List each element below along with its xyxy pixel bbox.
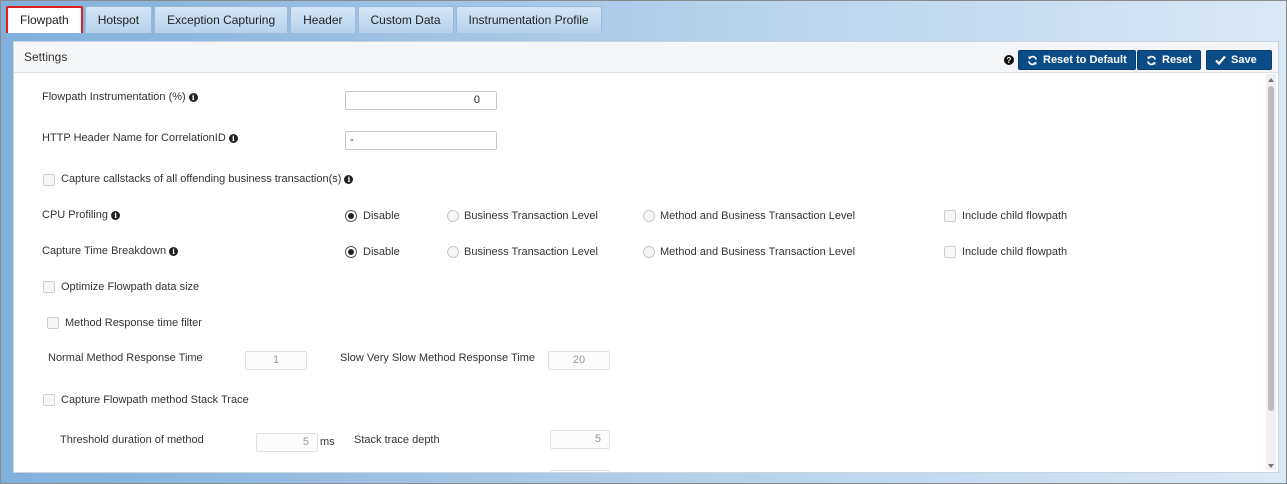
panel-title: Settings bbox=[24, 50, 68, 64]
scroll-up-icon[interactable] bbox=[1266, 74, 1276, 84]
scroll-down-icon[interactable] bbox=[1266, 460, 1276, 470]
panel-header: Settings ? Reset to Default Reset Save bbox=[14, 42, 1278, 73]
capture-callstacks-checkbox[interactable] bbox=[43, 174, 55, 186]
settings-form: Flowpath Instrumentation (%) i 0 HTTP Hea… bbox=[14, 74, 1278, 472]
info-circle-icon[interactable]: i bbox=[111, 211, 121, 220]
threshold-input[interactable]: 5 bbox=[256, 433, 318, 452]
next-field-input[interactable] bbox=[550, 470, 610, 472]
svg-text:?: ? bbox=[1007, 56, 1012, 65]
time-bt-level-radio[interactable] bbox=[447, 246, 459, 258]
tab-custom-data[interactable]: Custom Data bbox=[357, 6, 454, 33]
save-button[interactable]: Save bbox=[1206, 50, 1272, 70]
refresh-icon bbox=[1147, 55, 1156, 65]
cpu-include-child-checkbox[interactable] bbox=[944, 210, 956, 222]
time-include-child-label: Include child flowpath bbox=[962, 246, 1068, 258]
threshold-unit: ms bbox=[320, 436, 335, 448]
normal-method-label: Normal Method Response Time bbox=[48, 352, 203, 364]
question-circle-icon[interactable]: ? bbox=[1004, 54, 1014, 68]
cpu-disable-label: Disable bbox=[363, 210, 400, 222]
check-icon bbox=[1215, 55, 1226, 65]
cpu-bt-level-label: Business Transaction Level bbox=[464, 210, 598, 222]
capture-callstacks-label: Capture callstacks of all offending busi… bbox=[61, 173, 354, 185]
slow-method-input[interactable]: 20 bbox=[548, 351, 610, 370]
reset-button[interactable]: Reset bbox=[1137, 50, 1201, 70]
normal-method-input[interactable]: 1 bbox=[245, 351, 307, 370]
optimize-size-label: Optimize Flowpath data size bbox=[61, 281, 200, 293]
capture-stack-trace-checkbox[interactable] bbox=[43, 394, 55, 406]
tab-flowpath[interactable]: Flowpath bbox=[6, 6, 83, 33]
time-method-bt-label: Method and Business Transaction Level bbox=[660, 246, 856, 258]
cpu-method-bt-label: Method and Business Transaction Level bbox=[660, 210, 856, 222]
capture-stack-trace-label: Capture Flowpath method Stack Trace bbox=[61, 394, 249, 406]
tab-instrumentation-profile[interactable]: Instrumentation Profile bbox=[455, 6, 602, 33]
stack-depth-input[interactable]: 5 bbox=[550, 430, 610, 449]
settings-panel: Settings ? Reset to Default Reset Save F… bbox=[13, 41, 1279, 473]
cpu-profiling-label: CPU Profiling i bbox=[42, 209, 121, 221]
tab-header[interactable]: Header bbox=[290, 6, 356, 33]
cpu-bt-level-radio[interactable] bbox=[447, 210, 459, 222]
http-header-label: HTTP Header Name for CorrelationID i bbox=[42, 132, 238, 144]
reset-label: Reset bbox=[1162, 54, 1192, 66]
reset-to-default-label: Reset to Default bbox=[1043, 54, 1127, 66]
flowpath-instrumentation-text: Flowpath Instrumentation (%) bbox=[42, 91, 186, 103]
cpu-method-bt-radio[interactable] bbox=[643, 210, 655, 222]
info-circle-icon[interactable]: i bbox=[169, 247, 179, 256]
http-header-text: HTTP Header Name for CorrelationID bbox=[42, 132, 226, 144]
flowpath-instrumentation-label: Flowpath Instrumentation (%) i bbox=[42, 91, 198, 103]
info-circle-icon[interactable]: i bbox=[344, 175, 354, 184]
tab-hotspot[interactable]: Hotspot bbox=[84, 6, 153, 33]
time-disable-radio[interactable] bbox=[345, 246, 357, 258]
cpu-profiling-text: CPU Profiling bbox=[42, 209, 109, 221]
tab-bar: Flowpath Hotspot Exception Capturing Hea… bbox=[6, 6, 604, 34]
method-response-filter-label: Method Response time filter bbox=[65, 317, 202, 329]
capture-time-text: Capture Time Breakdown bbox=[42, 245, 167, 257]
time-method-bt-radio[interactable] bbox=[643, 246, 655, 258]
reset-to-default-button[interactable]: Reset to Default bbox=[1018, 50, 1136, 70]
time-bt-level-label: Business Transaction Level bbox=[464, 246, 598, 258]
refresh-icon bbox=[1028, 55, 1037, 65]
slow-method-label: Slow Very Slow Method Response Time bbox=[340, 352, 536, 364]
info-circle-icon[interactable]: i bbox=[228, 134, 238, 143]
save-label: Save bbox=[1231, 54, 1257, 66]
tab-exception-capturing[interactable]: Exception Capturing bbox=[154, 6, 289, 33]
optimize-size-checkbox[interactable] bbox=[43, 281, 55, 293]
method-response-filter-checkbox[interactable] bbox=[47, 317, 59, 329]
info-circle-icon[interactable]: i bbox=[188, 93, 198, 102]
threshold-label: Threshold duration of method bbox=[60, 434, 204, 446]
stack-depth-label: Stack trace depth bbox=[354, 434, 440, 446]
app-frame: Flowpath Hotspot Exception Capturing Hea… bbox=[0, 0, 1287, 484]
capture-callstacks-text: Capture callstacks of all offending busi… bbox=[61, 173, 342, 185]
http-header-input[interactable]: - bbox=[345, 131, 497, 150]
vertical-scrollbar[interactable] bbox=[1266, 74, 1276, 470]
time-include-child-checkbox[interactable] bbox=[944, 246, 956, 258]
cpu-include-child-label: Include child flowpath bbox=[962, 210, 1068, 222]
capture-time-label: Capture Time Breakdown i bbox=[42, 245, 179, 257]
flowpath-instrumentation-input[interactable]: 0 bbox=[345, 91, 497, 110]
time-disable-label: Disable bbox=[363, 246, 400, 258]
cpu-disable-radio[interactable] bbox=[345, 210, 357, 222]
scrollbar-thumb[interactable] bbox=[1268, 86, 1274, 411]
